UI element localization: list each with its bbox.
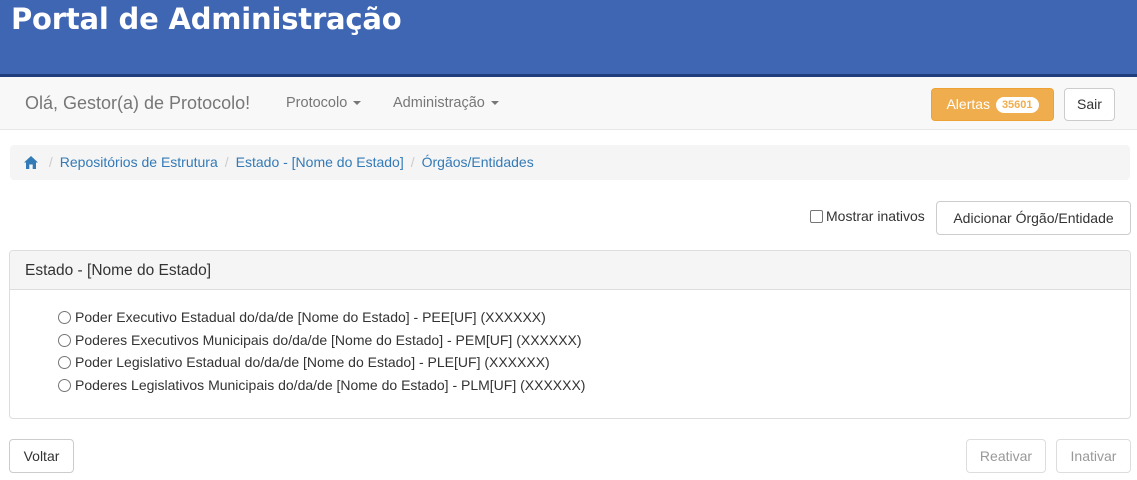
back-button[interactable]: Voltar xyxy=(9,439,74,473)
organization-label: Poder Executivo Estadual do/da/de [Nome … xyxy=(75,309,546,325)
show-inactive-checkbox[interactable] xyxy=(810,210,823,223)
radio-button[interactable] xyxy=(58,378,71,392)
panel-title: Estado - [Nome do Estado] xyxy=(10,251,1130,290)
radio-button[interactable] xyxy=(58,311,71,324)
top-banner: Portal de Administração xyxy=(0,0,1137,77)
show-inactive-toggle[interactable]: Mostrar inativos xyxy=(810,206,925,226)
breadcrumb-separator: / xyxy=(224,154,229,170)
inactivate-button[interactable]: Inativar xyxy=(1056,439,1131,473)
caret-down-icon xyxy=(353,101,362,106)
alerts-button[interactable]: Alertas 35601 xyxy=(931,88,1054,121)
list-item[interactable]: Poder Executivo Estadual do/da/de [Nome … xyxy=(58,306,585,329)
reactivate-button[interactable]: Reativar xyxy=(966,439,1046,473)
app-title: Portal de Administração xyxy=(11,2,402,36)
breadcrumb-separator: / xyxy=(48,154,53,170)
alerts-label: Alertas xyxy=(946,96,991,112)
breadcrumb-item-orgaos[interactable]: Órgãos/Entidades xyxy=(422,154,534,170)
greeting-text: Olá, Gestor(a) de Protocolo! xyxy=(25,93,251,113)
menu-administracao-label: Administração xyxy=(393,95,485,111)
organizations-panel: Estado - [Nome do Estado] Poder Executiv… xyxy=(9,250,1131,419)
logout-button[interactable]: Sair xyxy=(1064,88,1115,121)
breadcrumb-home[interactable] xyxy=(24,154,42,170)
list-item[interactable]: Poder Legislativo Estadual do/da/de [Nom… xyxy=(58,351,585,374)
home-icon xyxy=(24,156,38,169)
menu-administracao[interactable]: Administração xyxy=(393,77,499,130)
add-organization-button[interactable]: Adicionar Órgão/Entidade xyxy=(936,201,1131,235)
organization-label: Poderes Legislativos Municipais do/da/de… xyxy=(75,376,586,393)
breadcrumb: / Repositórios de Estrutura / Estado - [Nom… xyxy=(10,145,1130,180)
organization-list: Poder Executivo Estadual do/da/de [Nome … xyxy=(58,306,585,396)
breadcrumb-separator: / xyxy=(410,154,415,170)
breadcrumb-item-estado[interactable]: Estado - [Nome do Estado] xyxy=(236,154,404,170)
menu-protocolo[interactable]: Protocolo xyxy=(286,77,362,130)
menu-protocolo-label: Protocolo xyxy=(286,95,348,111)
list-item[interactable]: Poderes Legislativos Municipais do/da/de… xyxy=(58,374,585,397)
organization-label: Poderes Executivos Municipais do/da/de [… xyxy=(75,331,582,348)
organization-label: Poder Legislativo Estadual do/da/de [Nom… xyxy=(75,354,550,370)
list-item[interactable]: Poderes Executivos Municipais do/da/de [… xyxy=(58,329,585,352)
radio-button[interactable] xyxy=(58,333,71,347)
breadcrumb-item-repositorios[interactable]: Repositórios de Estrutura xyxy=(60,154,218,170)
show-inactive-label: Mostrar inativos xyxy=(826,208,925,224)
radio-button[interactable] xyxy=(58,356,71,369)
caret-down-icon xyxy=(490,101,499,106)
alerts-count-badge: 35601 xyxy=(995,97,1039,113)
